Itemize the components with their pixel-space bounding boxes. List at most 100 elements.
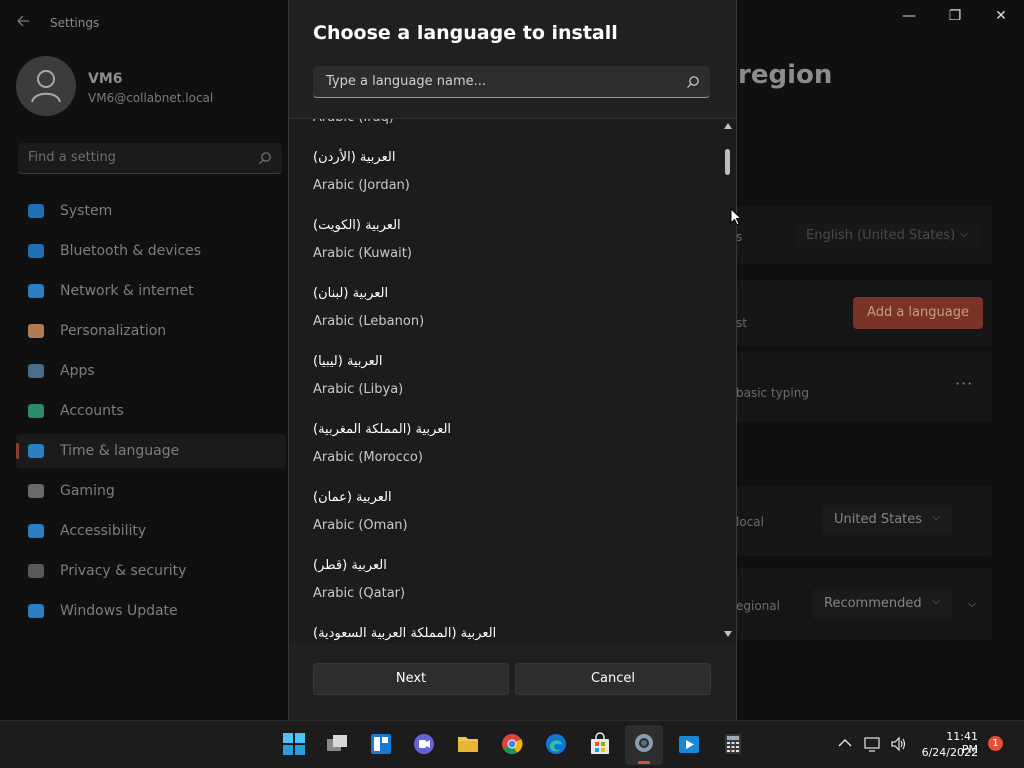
sidebar-item-privacy-security[interactable]: Privacy & security (16, 554, 286, 588)
find-setting-search[interactable] (18, 143, 282, 174)
sidebar-item-apps[interactable]: Apps (16, 354, 286, 388)
active-app-indicator (638, 761, 650, 764)
language-list-item[interactable]: Arabic (Iraq) (289, 119, 719, 138)
regional-format-fragment: egional (736, 599, 780, 613)
apps-icon (28, 364, 44, 378)
system-icon (28, 204, 44, 218)
show-hidden-icons-icon[interactable] (838, 736, 852, 752)
page-heading: region (738, 60, 833, 90)
dialog-title: Choose a language to install (313, 22, 618, 44)
notification-badge[interactable]: 1 (988, 736, 1003, 751)
language-native-name: العربية (الكويت) (313, 218, 401, 233)
basic-typing-fragment: basic typing (736, 386, 809, 400)
regional-format-select[interactable]: Recommended ⌵ (812, 589, 952, 619)
user-icon (31, 70, 61, 103)
bluetooth-icon (28, 244, 44, 258)
user-email: VM6@collabnet.local (88, 91, 214, 105)
sidebar-item-accessibility[interactable]: Accessibility (16, 514, 286, 548)
language-native-name: العربية (المملكة المغربية) (313, 422, 452, 437)
settings-icon[interactable] (625, 725, 663, 765)
task-view-icon[interactable] (322, 729, 352, 759)
taskbar: 11:41 PM 6/24/2022 (0, 720, 1024, 768)
language-english-name: Arabic (Iraq) (313, 119, 394, 125)
country-select[interactable]: United States ⌵ (822, 505, 952, 535)
sidebar-item-network-internet[interactable]: Network & internet (16, 274, 286, 308)
language-list-item[interactable]: العربية (عمان) Arabic (Oman) (289, 478, 719, 546)
start-icon[interactable] (279, 729, 309, 759)
brush-icon (28, 324, 44, 338)
maximize-button[interactable]: ❐ (932, 6, 978, 38)
language-english-name: Arabic (Jordan) (313, 178, 410, 193)
sidebar-item-label: Accessibility (60, 523, 147, 539)
scroll-thumb[interactable] (725, 149, 730, 175)
windows-display-language-select[interactable]: English (United States) ⌵ (796, 222, 980, 250)
sidebar-item-label: Apps (60, 363, 95, 379)
language-native-name: العربية (ليبيا) (313, 354, 383, 369)
language-list-item[interactable]: العربية (المملكة المغربية) Arabic (Morocc… (289, 410, 719, 478)
app-title: Settings (50, 16, 100, 30)
sidebar-item-label: System (60, 203, 113, 219)
store-icon[interactable] (585, 729, 615, 759)
language-list-item[interactable]: العربية (الكويت) Arabic (Kuwait) (289, 206, 719, 274)
avatar (16, 56, 76, 116)
sidebar-item-time-language[interactable]: Time & language (16, 434, 286, 468)
photos-icon[interactable] (674, 729, 704, 759)
language-list-item[interactable]: العربية (ليبيا) Arabic (Libya) (289, 342, 719, 410)
sidebar-nav: System Bluetooth & devices Network & inter… (16, 194, 286, 634)
chrome-icon[interactable] (497, 729, 527, 759)
language-native-name: العربية (لبنان) (313, 286, 389, 301)
language-list[interactable]: Arabic (Iraq) العربية (الأردن) Arabic (Jor… (289, 118, 736, 644)
minimize-button[interactable]: — (886, 6, 932, 38)
chevron-down-icon: ⌵ (932, 596, 940, 607)
language-english-name: Arabic (Libya) (313, 382, 404, 397)
language-english-name: Arabic (Lebanon) (313, 314, 425, 329)
language-search[interactable] (313, 66, 710, 98)
expand-chevron-icon[interactable]: ⌵ (968, 597, 976, 611)
cancel-button[interactable]: Cancel (515, 663, 711, 695)
language-english-name: Arabic (Kuwait) (313, 246, 412, 261)
chevron-down-icon: ⌵ (960, 229, 968, 240)
network-icon (28, 284, 44, 298)
language-search-input[interactable] (324, 73, 678, 90)
user-name: VM6 (88, 71, 123, 87)
user-profile[interactable]: VM6 VM6@collabnet.local (16, 56, 286, 118)
clock-date[interactable]: 6/24/2022 (914, 746, 978, 759)
language-list-item[interactable]: العربية (الأردن) Arabic (Jordan) (289, 138, 719, 206)
file-explorer-icon[interactable] (453, 729, 483, 759)
edge-icon[interactable] (541, 729, 571, 759)
add-a-language-button[interactable]: Add a language (853, 297, 983, 329)
more-options-icon[interactable]: ··· (955, 374, 973, 393)
sidebar-item-label: Accounts (60, 403, 124, 419)
sidebar-item-label: Privacy & security (60, 563, 187, 579)
chat-icon[interactable] (409, 729, 439, 759)
find-setting-input[interactable] (26, 149, 250, 166)
sidebar-item-bluetooth-devices[interactable]: Bluetooth & devices (16, 234, 286, 268)
close-button[interactable]: ✕ (978, 6, 1024, 38)
next-button[interactable]: Next (313, 663, 509, 695)
accounts-icon (28, 404, 44, 418)
language-list-item[interactable]: العربية (قطر) Arabic (Qatar) (289, 546, 719, 614)
back-arrow-icon[interactable] (16, 14, 32, 32)
language-list-item[interactable]: العربية (المملكة العربية السعودية) (289, 614, 719, 643)
sidebar-item-accounts[interactable]: Accounts (16, 394, 286, 428)
scroll-up-arrow-icon[interactable] (724, 123, 732, 129)
sidebar-item-label: Network & internet (60, 283, 194, 299)
calculator-icon[interactable] (718, 729, 748, 759)
sidebar-item-gaming[interactable]: Gaming (16, 474, 286, 508)
scrollbar[interactable] (722, 119, 734, 643)
sidebar-item-windows-update[interactable]: Windows Update (16, 594, 286, 628)
sidebar-item-personalization[interactable]: Personalization (16, 314, 286, 348)
chevron-down-icon: ⌵ (932, 512, 940, 523)
dialog-footer: Next Cancel (289, 643, 736, 720)
country-label-fragment: local (736, 515, 764, 529)
network-status-icon[interactable] (864, 736, 882, 756)
gaming-icon (28, 484, 44, 498)
volume-icon[interactable] (890, 736, 908, 756)
widgets-icon[interactable] (366, 729, 396, 759)
sidebar-item-system[interactable]: System (16, 194, 286, 228)
language-list-item[interactable]: العربية (لبنان) Arabic (Lebanon) (289, 274, 719, 342)
language-native-name: العربية (المملكة العربية السعودية) (313, 626, 497, 641)
search-icon (686, 74, 700, 93)
scroll-down-arrow-icon[interactable] (724, 631, 732, 637)
update-icon (28, 604, 44, 618)
